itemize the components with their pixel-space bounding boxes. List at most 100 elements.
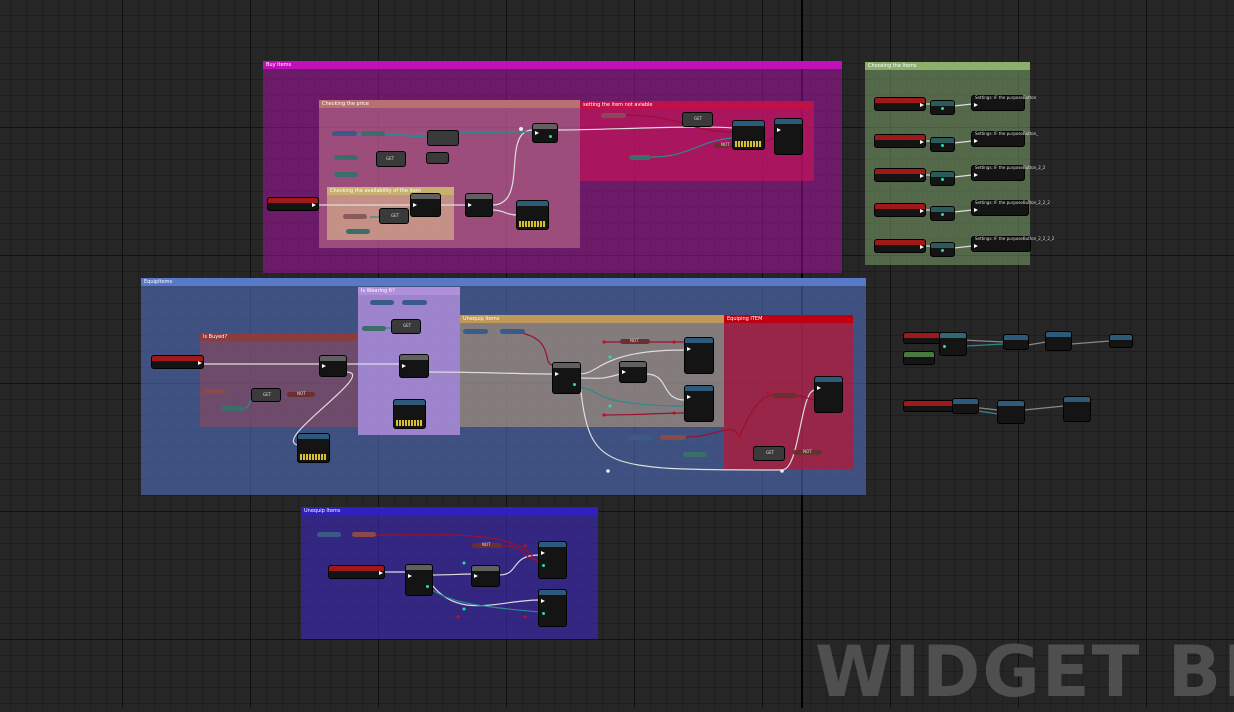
custom-event-node[interactable]	[329, 566, 384, 578]
exec-wire	[1027, 341, 1047, 346]
print-string-node[interactable]	[517, 201, 548, 229]
reroute-node	[602, 413, 606, 417]
button-event-node[interactable]	[875, 240, 925, 252]
node-title: GET	[263, 392, 272, 397]
for-each-node[interactable]	[406, 565, 432, 595]
function-node[interactable]	[940, 333, 966, 355]
variable-getter[interactable]	[317, 532, 341, 537]
exec-wire	[579, 373, 621, 379]
button-event-node[interactable]	[875, 169, 925, 181]
variable-getter[interactable]	[601, 113, 626, 118]
branch-node[interactable]	[533, 124, 557, 142]
variable-getter[interactable]	[202, 389, 226, 394]
data-wire	[965, 343, 1005, 347]
reroute-node	[523, 544, 527, 548]
node-title: Settings: IF the purposeButton_2_2_2	[975, 200, 1050, 205]
button-event-node[interactable]	[875, 98, 925, 110]
button-event-node[interactable]	[875, 135, 925, 147]
function-node[interactable]	[953, 399, 978, 413]
not-node[interactable]: NOT	[793, 449, 822, 455]
set-node[interactable]	[815, 377, 842, 412]
set-visibility-node[interactable]	[775, 119, 802, 154]
graph-type-watermark: WIDGET BLUE	[815, 632, 1234, 712]
reroute-node	[672, 411, 676, 415]
array-get-node[interactable]: GET	[252, 389, 280, 401]
variable-getter[interactable]	[628, 435, 653, 440]
array-get-node[interactable]: GET	[754, 447, 784, 460]
settings-node[interactable]: Settings: IF the purposeButton	[972, 95, 1036, 110]
function-node[interactable]	[1110, 335, 1132, 347]
array-get-node[interactable]: GET	[377, 152, 405, 166]
set-index-node[interactable]	[931, 172, 954, 185]
not-node[interactable]: NOT	[472, 542, 502, 548]
variable-getter[interactable]	[629, 155, 651, 160]
custom-event-node[interactable]	[268, 198, 318, 210]
wire-layer	[203, 103, 1111, 619]
variable-getter[interactable]	[463, 329, 488, 334]
variable-getter[interactable]	[352, 532, 376, 537]
variable-getter[interactable]	[370, 300, 394, 305]
array-get-node[interactable]: GET	[683, 113, 712, 126]
variable-getter[interactable]	[334, 172, 358, 177]
settings-node[interactable]: Settings: IF the purposeButton_2_2	[972, 165, 1045, 180]
print-string-node[interactable]	[733, 121, 764, 149]
set-index-node[interactable]	[931, 138, 954, 151]
for-each-node[interactable]	[553, 363, 580, 393]
variable-getter[interactable]	[334, 155, 358, 160]
node-title: NOT	[803, 449, 812, 454]
function-node[interactable]	[1064, 397, 1090, 421]
variable-getter[interactable]	[221, 406, 245, 411]
node-title: Settings: IF the purposeButton_2_2	[975, 165, 1046, 170]
variable-getter[interactable]	[660, 435, 686, 440]
function-node[interactable]	[1046, 332, 1071, 350]
custom-event-node[interactable]	[152, 356, 203, 368]
math-node[interactable]	[427, 153, 448, 163]
reroute-node	[519, 127, 523, 131]
not-node[interactable]: NOT	[287, 391, 315, 397]
set-index-node[interactable]	[931, 207, 954, 220]
node-title: NOT	[482, 542, 491, 547]
set-node[interactable]	[685, 386, 713, 421]
variable-getter[interactable]: NOT	[714, 142, 730, 148]
variable-getter[interactable]	[361, 131, 385, 136]
data-wire	[384, 131, 534, 135]
settings-node[interactable]: Settings: IF the purposeButton_2_2_2_2	[972, 236, 1054, 251]
variable-getter[interactable]	[500, 329, 525, 334]
set-index-node[interactable]	[931, 243, 954, 256]
variable-getter[interactable]	[772, 393, 797, 398]
variable-getter[interactable]	[343, 214, 367, 219]
compare-node[interactable]	[428, 131, 458, 145]
variable-getter[interactable]	[362, 326, 386, 331]
exec-wire	[645, 373, 686, 401]
print-string-node[interactable]	[394, 400, 425, 428]
reroute-node	[766, 391, 770, 395]
custom-event-node[interactable]	[904, 333, 942, 343]
branch-node[interactable]	[472, 566, 499, 586]
branch-node[interactable]	[620, 362, 646, 382]
variable-getter[interactable]	[683, 452, 707, 457]
branch-node[interactable]	[320, 356, 346, 376]
variable-getter[interactable]	[402, 300, 427, 305]
custom-event-node[interactable]	[904, 401, 954, 411]
set-node[interactable]	[685, 338, 713, 373]
button-event-node[interactable]	[875, 204, 925, 216]
reroute-node	[738, 435, 742, 439]
settings-node[interactable]: Settings: IF the purposeButton_2_2_2	[972, 200, 1050, 215]
set-index-node[interactable]	[931, 101, 954, 114]
not-node[interactable]: NOT	[620, 338, 650, 344]
function-node[interactable]	[998, 401, 1024, 423]
branch-node[interactable]	[466, 194, 492, 216]
node-title: Settings: IF the purposeButton_	[975, 131, 1039, 136]
array-get-node[interactable]: GET	[380, 209, 408, 223]
set-node[interactable]	[539, 542, 566, 578]
array-get-node[interactable]: GET	[392, 320, 420, 333]
set-node[interactable]	[539, 590, 566, 626]
branch-node[interactable]	[411, 194, 440, 216]
function-node[interactable]	[1004, 335, 1028, 349]
variable-node[interactable]	[904, 352, 934, 364]
branch-node[interactable]	[400, 355, 428, 377]
variable-getter[interactable]	[332, 131, 357, 136]
settings-node[interactable]: Settings: IF the purposeButton_	[972, 131, 1038, 146]
variable-getter[interactable]	[346, 229, 370, 234]
print-string-node[interactable]	[298, 434, 329, 462]
